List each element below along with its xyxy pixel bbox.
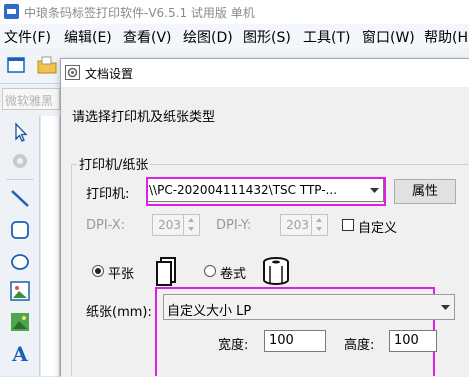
- text-a-icon[interactable]: A: [8, 342, 32, 366]
- photo-icon[interactable]: [8, 310, 32, 334]
- toolbox: A: [0, 116, 40, 376]
- custom-label: 自定义: [358, 221, 398, 236]
- roll-paper-icon: [261, 256, 291, 288]
- menu-draw[interactable]: 绘图(D): [183, 27, 233, 47]
- radio-roll[interactable]: [204, 265, 216, 277]
- width-label: 宽度:: [218, 338, 249, 353]
- dpi-y-spinner[interactable]: 203: [280, 214, 328, 236]
- app-logo-icon: [4, 4, 19, 19]
- dialog-title-bar: 文档设置: [61, 59, 469, 87]
- rotate-icon[interactable]: [8, 149, 32, 173]
- chevron-down-icon[interactable]: [438, 298, 454, 316]
- app-title-bar: 中琅条码标签打印软件-V6.5.1 试用版 单机: [0, 0, 469, 24]
- spin-arrows-icon[interactable]: [183, 215, 199, 235]
- height-input[interactable]: 100: [389, 330, 437, 352]
- app-title: 中琅条码标签打印软件-V6.5.1 试用版 单机: [24, 6, 255, 20]
- dpi-x-value: 203: [158, 218, 181, 232]
- dialog-title: 文档设置: [85, 67, 134, 81]
- radio-flat-label: 平张: [108, 267, 135, 282]
- menu-help[interactable]: 帮助(H): [424, 27, 469, 47]
- image-icon[interactable]: [8, 279, 32, 303]
- vertical-ruler: [41, 116, 60, 376]
- width-input[interactable]: 100: [264, 330, 326, 352]
- rounded-rect-icon[interactable]: [8, 218, 32, 242]
- height-label: 高度:: [344, 338, 375, 353]
- dpi-y-value: 203: [286, 218, 309, 232]
- menu-shape[interactable]: 图形(S): [243, 27, 291, 47]
- radio-flat[interactable]: [92, 265, 104, 277]
- paper-select[interactable]: 自定义大小 LP: [163, 294, 455, 320]
- custom-checkbox[interactable]: [342, 219, 354, 231]
- settings-gear-icon: [65, 65, 80, 80]
- properties-button[interactable]: 属性: [394, 179, 456, 204]
- menu-bar: 文件(F) 编辑(E) 查看(V) 绘图(D) 图形(S) 工具(T) 窗口(W…: [0, 24, 469, 48]
- dialog-prompt: 请选择打印机及纸张类型: [72, 110, 216, 125]
- menu-view[interactable]: 查看(V): [123, 27, 172, 47]
- printer-highlight-box: [146, 177, 386, 206]
- menu-tools[interactable]: 工具(T): [303, 27, 350, 47]
- dpi-x-label: DPI-X:: [86, 218, 126, 233]
- select-arrow-icon[interactable]: [8, 120, 32, 144]
- printer-label: 打印机:: [86, 187, 130, 202]
- dpi-y-label: DPI-Y:: [216, 218, 252, 233]
- toolbox-separator: [6, 179, 34, 180]
- radio-selected-dot: [95, 268, 101, 274]
- open-folder-icon[interactable]: [36, 54, 58, 76]
- sheet-paper-icon: [155, 256, 179, 286]
- group-title: 打印机/纸张: [77, 154, 151, 173]
- spin-arrows-icon[interactable]: [311, 215, 327, 235]
- ellipse-icon[interactable]: [8, 250, 32, 274]
- paper-value: 自定义大小 LP: [167, 304, 252, 319]
- menu-edit[interactable]: 编辑(E): [64, 27, 112, 47]
- dpi-x-spinner[interactable]: 203: [152, 214, 200, 236]
- paper-label: 纸张(mm):: [86, 305, 152, 320]
- line-icon[interactable]: [8, 186, 32, 210]
- radio-roll-label: 卷式: [220, 267, 247, 282]
- menu-window[interactable]: 窗口(W): [362, 27, 415, 47]
- font-family-input[interactable]: 微软雅黑: [2, 88, 60, 110]
- new-document-icon[interactable]: [5, 54, 27, 76]
- menu-file[interactable]: 文件(F): [4, 27, 51, 47]
